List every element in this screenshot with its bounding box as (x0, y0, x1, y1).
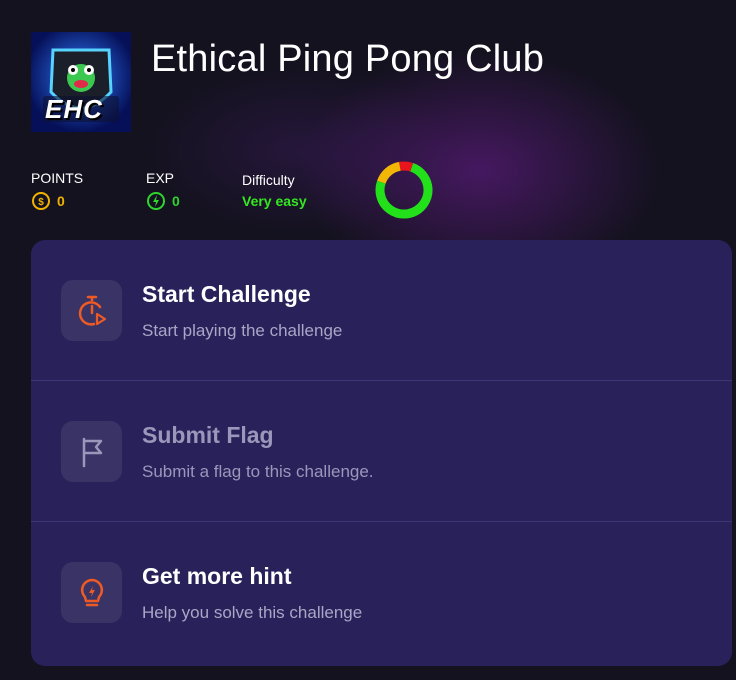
exp-label: EXP (146, 170, 175, 186)
exp-value-row: 0 (146, 191, 180, 211)
submit-flag-desc: Submit a flag to this challenge. (142, 462, 374, 481)
flag-icon (82, 437, 102, 467)
timer-play-icon (78, 295, 106, 326)
start-challenge-icon-box (61, 280, 122, 341)
start-challenge-button[interactable]: Start Challenge Start playing the challe… (31, 240, 732, 381)
start-challenge-desc: Start playing the challenge (142, 321, 343, 340)
points-value-row: $ 0 (31, 191, 83, 211)
logo-text: EHC (45, 94, 103, 124)
coin-icon: $ (32, 192, 50, 210)
get-hint-desc: Help you solve this challenge (142, 603, 363, 622)
start-challenge-title: Start Challenge (142, 281, 311, 307)
points-label: POINTS (31, 170, 84, 186)
get-hint-button[interactable]: Get more hint Help you solve this challe… (31, 522, 732, 663)
difficulty-donut-chart (375, 161, 433, 219)
points-stat: POINTS $ 0 (31, 170, 83, 211)
lightbulb-icon (80, 578, 103, 606)
submit-flag-button[interactable]: Submit Flag Submit a flag to this challe… (31, 381, 732, 522)
actions-panel: Start Challenge Start playing the challe… (31, 240, 732, 666)
difficulty-value: Very easy (242, 193, 307, 209)
exp-icon (147, 192, 165, 210)
submit-flag-title: Submit Flag (142, 422, 274, 448)
page-title: Ethical Ping Pong Club (151, 38, 545, 80)
exp-stat: EXP 0 (146, 170, 180, 211)
svg-text:$: $ (38, 197, 44, 208)
submit-flag-icon-box (61, 421, 122, 482)
challenge-logo: EHC (31, 32, 131, 132)
points-value: 0 (57, 193, 65, 209)
challenge-page: EHC Ethical Ping Pong Club POINTS $ 0 EX… (0, 0, 736, 680)
exp-value: 0 (172, 193, 180, 209)
get-hint-icon-box (61, 562, 122, 623)
get-hint-title: Get more hint (142, 563, 292, 589)
difficulty-stat: Difficulty Very easy (242, 172, 307, 209)
difficulty-label: Difficulty (242, 172, 295, 188)
